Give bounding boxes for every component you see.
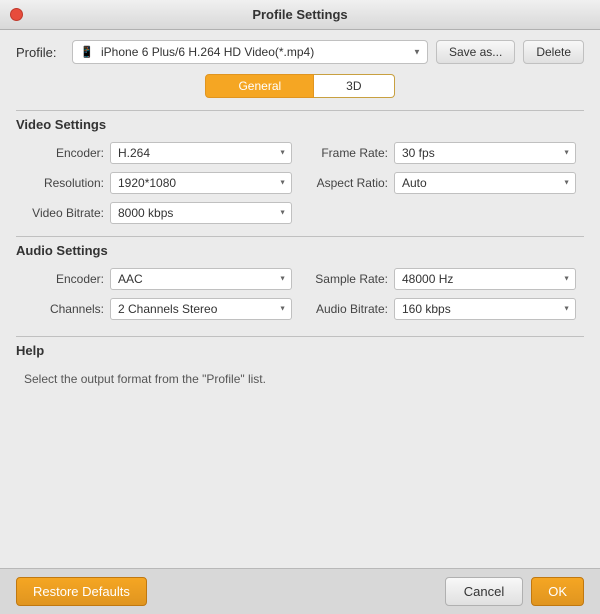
framerate-label: Frame Rate: [308,146,388,160]
phone-icon: 📱 [80,46,94,59]
restore-defaults-button[interactable]: Restore Defaults [16,577,147,606]
tab-3d[interactable]: 3D [314,74,394,98]
video-settings-grid: Encoder: H.264 H.265 MPEG-4 Frame Rate: … [16,142,584,224]
framerate-field-row: Frame Rate: 30 fps 24 fps 25 fps 60 fps [308,142,576,164]
audiobitrate-select-wrap: 160 kbps 128 kbps 320 kbps [394,298,576,320]
main-content: Profile: 📱 iPhone 6 Plus/6 H.264 HD Vide… [0,30,600,568]
title-bar: Profile Settings [0,0,600,30]
encoder-label: Encoder: [24,146,104,160]
samplerate-select-wrap: 48000 Hz 44100 Hz 22050 Hz [394,268,576,290]
audio-settings-section: Audio Settings Encoder: AAC MP3 AC3 Samp… [16,236,584,320]
audio-encoder-label: Encoder: [24,272,104,286]
resolution-field-row: Resolution: 1920*1080 1280*720 640*480 [24,172,292,194]
aspectratio-label: Aspect Ratio: [308,176,388,190]
audiobitrate-label: Audio Bitrate: [308,302,388,316]
video-settings-title: Video Settings [16,117,584,132]
audiobitrate-select[interactable]: 160 kbps 128 kbps 320 kbps [394,298,576,320]
audio-encoder-field-row: Encoder: AAC MP3 AC3 [24,268,292,290]
aspectratio-select[interactable]: Auto 16:9 4:3 [394,172,576,194]
encoder-select[interactable]: H.264 H.265 MPEG-4 [110,142,292,164]
tabs-row: General 3D [16,74,584,98]
channels-field-row: Channels: 2 Channels Stereo 1 Channel Mo… [24,298,292,320]
encoder-field-row: Encoder: H.264 H.265 MPEG-4 [24,142,292,164]
videobitrate-select[interactable]: 8000 kbps 4000 kbps 2000 kbps [110,202,292,224]
videobitrate-select-wrap: 8000 kbps 4000 kbps 2000 kbps [110,202,292,224]
save-as-button[interactable]: Save as... [436,40,515,64]
tab-general[interactable]: General [205,74,314,98]
help-divider [16,336,584,337]
profile-select-wrapper: 📱 iPhone 6 Plus/6 H.264 HD Video(*.mp4) … [72,40,428,64]
videobitrate-label: Video Bitrate: [24,206,104,220]
footer-right: Cancel OK [445,577,584,606]
samplerate-field-row: Sample Rate: 48000 Hz 44100 Hz 22050 Hz [308,268,576,290]
window-title: Profile Settings [252,7,347,22]
delete-button[interactable]: Delete [523,40,584,64]
audio-settings-grid: Encoder: AAC MP3 AC3 Sample Rate: 48000 … [16,268,584,320]
help-title: Help [16,343,584,358]
videobitrate-field-row: Video Bitrate: 8000 kbps 4000 kbps 2000 … [24,202,292,224]
channels-select[interactable]: 2 Channels Stereo 1 Channel Mono [110,298,292,320]
resolution-label: Resolution: [24,176,104,190]
resolution-select-wrap: 1920*1080 1280*720 640*480 [110,172,292,194]
aspectratio-field-row: Aspect Ratio: Auto 16:9 4:3 [308,172,576,194]
profile-select[interactable]: iPhone 6 Plus/6 H.264 HD Video(*.mp4) [72,40,428,64]
video-grid-empty [308,202,576,224]
footer: Restore Defaults Cancel OK [0,568,600,614]
samplerate-select[interactable]: 48000 Hz 44100 Hz 22050 Hz [394,268,576,290]
audiobitrate-field-row: Audio Bitrate: 160 kbps 128 kbps 320 kbp… [308,298,576,320]
aspectratio-select-wrap: Auto 16:9 4:3 [394,172,576,194]
cancel-button[interactable]: Cancel [445,577,523,606]
audio-settings-title: Audio Settings [16,243,584,258]
audio-encoder-select[interactable]: AAC MP3 AC3 [110,268,292,290]
close-button[interactable] [10,8,23,21]
framerate-select-wrap: 30 fps 24 fps 25 fps 60 fps [394,142,576,164]
help-text: Select the output format from the "Profi… [16,368,584,390]
profile-row: Profile: 📱 iPhone 6 Plus/6 H.264 HD Vide… [16,40,584,64]
encoder-select-wrap: H.264 H.265 MPEG-4 [110,142,292,164]
video-divider [16,110,584,111]
audio-encoder-select-wrap: AAC MP3 AC3 [110,268,292,290]
channels-label: Channels: [24,302,104,316]
resolution-select[interactable]: 1920*1080 1280*720 640*480 [110,172,292,194]
help-section: Help Select the output format from the "… [16,336,584,390]
samplerate-label: Sample Rate: [308,272,388,286]
profile-label: Profile: [16,45,64,60]
framerate-select[interactable]: 30 fps 24 fps 25 fps 60 fps [394,142,576,164]
channels-select-wrap: 2 Channels Stereo 1 Channel Mono [110,298,292,320]
ok-button[interactable]: OK [531,577,584,606]
video-settings-section: Video Settings Encoder: H.264 H.265 MPEG… [16,110,584,224]
audio-divider [16,236,584,237]
